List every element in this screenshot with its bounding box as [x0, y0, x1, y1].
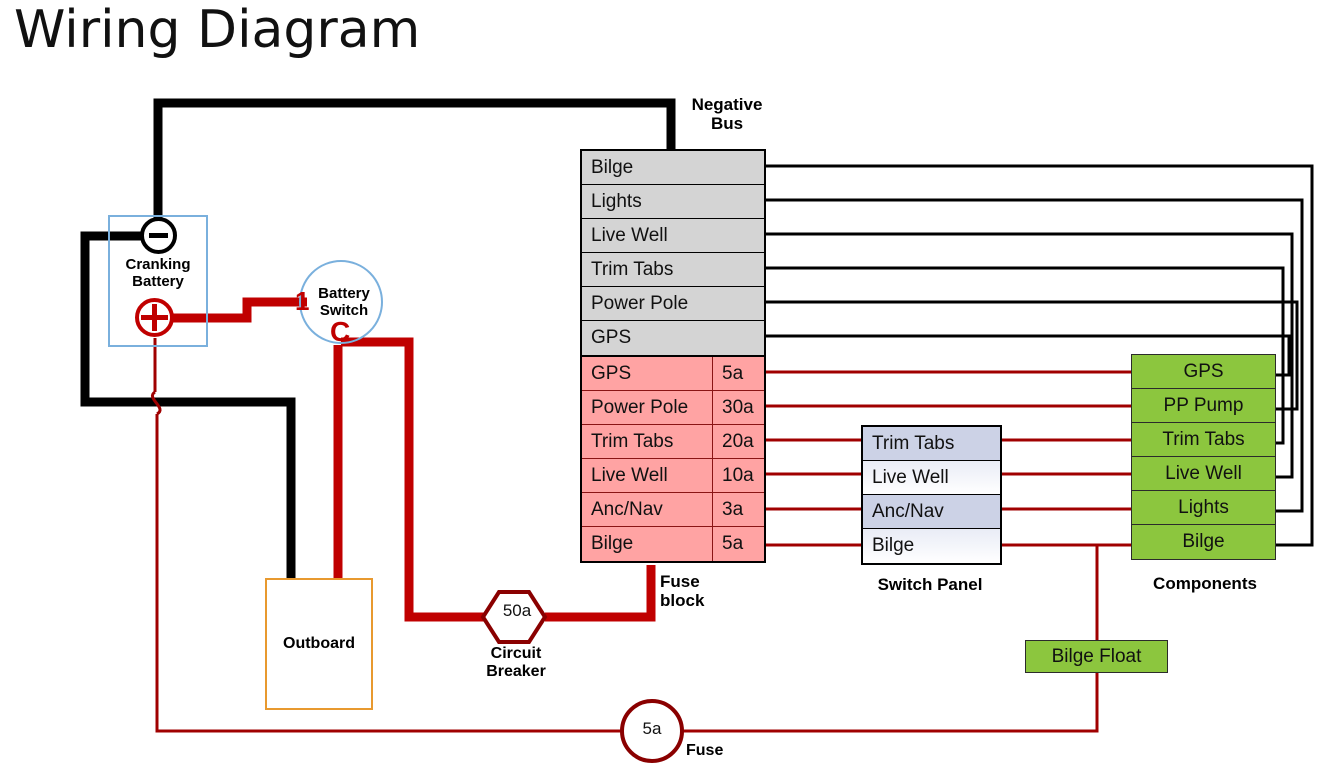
switch-row-livewell[interactable]: Live Well — [863, 461, 1000, 495]
fuse-amp: 5a — [722, 533, 744, 554]
outboard-motor[interactable]: Outboard — [265, 578, 373, 710]
circuit-breaker-rating: 50a — [502, 601, 532, 620]
component-label: Live Well — [1165, 462, 1242, 484]
component-row-pppump[interactable]: PP Pump — [1132, 389, 1275, 423]
fuse-label: Trim Tabs — [582, 425, 713, 458]
negbus-row-gps[interactable]: GPS — [582, 321, 764, 355]
component-label: PP Pump — [1163, 394, 1244, 416]
negbus-row-powerpole[interactable]: Power Pole — [582, 287, 764, 321]
switch-label: Live Well — [872, 466, 949, 488]
bilge-float-switch[interactable]: Bilge Float — [1025, 640, 1168, 673]
switch-panel-label: Switch Panel — [877, 575, 983, 594]
wire-breaker-to-fuseblock — [545, 565, 656, 622]
fuse-group: GPS 5a Power Pole 30a Trim Tabs 20a Live… — [582, 357, 764, 561]
component-label: Lights — [1178, 496, 1229, 518]
battery-switch-terminal-c: C — [330, 316, 351, 347]
fuse-row-trimtabs[interactable]: Trim Tabs 20a — [582, 425, 764, 459]
battery-switch-label: Battery Switch — [318, 285, 370, 319]
negbus-row-livewell[interactable]: Live Well — [582, 219, 764, 253]
fuse-block[interactable]: Bilge Lights Live Well Trim Tabs Power P… — [580, 149, 766, 563]
fuse-block-label: Fuse block — [660, 572, 705, 611]
negbus-label: Lights — [591, 190, 642, 212]
minus-sign-icon — [149, 233, 168, 238]
negbus-label: Power Pole — [591, 292, 689, 314]
negbus-label: Live Well — [591, 224, 668, 246]
cranking-battery-label: Cranking Battery — [125, 256, 191, 290]
components-block[interactable]: GPS PP Pump Trim Tabs Live Well Lights B… — [1131, 354, 1276, 560]
component-row-lights[interactable]: Lights — [1132, 491, 1275, 525]
components-label: Components — [1153, 574, 1257, 593]
fuse-amp: 5a — [722, 362, 744, 384]
switch-label: Anc/Nav — [872, 500, 944, 522]
switch-label: Bilge — [872, 535, 915, 556]
fuse-amp: 10a — [722, 464, 754, 486]
component-row-gps[interactable]: GPS — [1132, 355, 1275, 389]
fuse-label: Anc/Nav — [582, 493, 713, 526]
wire-battery-positive-to-bottom-rail — [155, 414, 622, 733]
fuse-label: GPS — [582, 357, 713, 390]
negbus-label: Trim Tabs — [591, 258, 674, 280]
fuse-amp: 30a — [722, 396, 754, 418]
fuse-label: Bilge — [582, 527, 713, 561]
fuse-amp: 20a — [722, 430, 754, 452]
negbus-row-lights[interactable]: Lights — [582, 185, 764, 219]
component-label: GPS — [1183, 360, 1224, 382]
fuse-row-powerpole[interactable]: Power Pole 30a — [582, 391, 764, 425]
bilge-float-label: Bilge Float — [1051, 645, 1142, 667]
switch-panel[interactable]: Trim Tabs Live Well Anc/Nav Bilge — [861, 425, 1002, 565]
wiring-diagram-canvas: Wiring Diagram 50a 5a Bilge Lights Live … — [0, 0, 1322, 767]
switch-row-ancnav[interactable]: Anc/Nav — [863, 495, 1000, 529]
circuit-breaker-label: Circuit Breaker — [486, 645, 546, 680]
fuse-row-ancnav[interactable]: Anc/Nav 3a — [582, 493, 764, 527]
plus-sign-horizontal-icon — [141, 315, 168, 320]
fuse-row-gps[interactable]: GPS 5a — [582, 357, 764, 391]
component-label: Bilge — [1182, 531, 1225, 552]
negbus-label: GPS — [591, 327, 632, 348]
fuse-label: Power Pole — [582, 391, 713, 424]
negbus-row-trimtabs[interactable]: Trim Tabs — [582, 253, 764, 287]
wire-switch-c-to-breaker-to-fuseblock — [341, 337, 487, 622]
fuse-row-livewell[interactable]: Live Well 10a — [582, 459, 764, 493]
component-row-trimtabs[interactable]: Trim Tabs — [1132, 423, 1275, 457]
switch-label: Trim Tabs — [872, 432, 955, 454]
fuse-row-bilge[interactable]: Bilge 5a — [582, 527, 764, 561]
component-label: Trim Tabs — [1162, 428, 1245, 450]
outboard-label: Outboard — [283, 635, 355, 652]
inline-fuse-label: Fuse — [686, 742, 724, 759]
fuse-label: Live Well — [582, 459, 713, 492]
fuse-amp: 3a — [722, 498, 744, 520]
inline-fuse-rating: 5a — [642, 719, 662, 738]
negative-bus-label: Negative Bus — [691, 95, 763, 134]
component-row-bilge[interactable]: Bilge — [1132, 525, 1275, 559]
component-row-livewell[interactable]: Live Well — [1132, 457, 1275, 491]
switch-row-bilge[interactable]: Bilge — [863, 529, 1000, 563]
negative-bus-group: Bilge Lights Live Well Trim Tabs Power P… — [582, 151, 764, 357]
negbus-label: Bilge — [591, 156, 634, 178]
switch-row-trimtabs[interactable]: Trim Tabs — [863, 427, 1000, 461]
wire-inlinefuse-to-bilgefloat — [681, 545, 1099, 733]
negbus-row-bilge[interactable]: Bilge — [582, 151, 764, 185]
